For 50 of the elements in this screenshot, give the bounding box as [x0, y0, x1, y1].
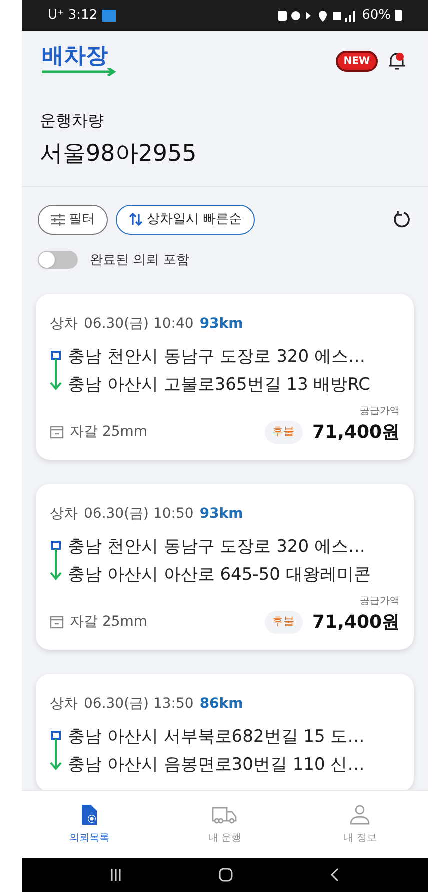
vehicle-plate: 서울98아2955 — [40, 140, 198, 169]
destination-address: 충남 아산시 음봉면로30번길 110 신… — [68, 754, 365, 776]
payment-badge: 후불 — [264, 611, 303, 634]
clock-text: 3:12 — [68, 6, 98, 25]
battery-icon — [395, 10, 402, 21]
home-icon[interactable] — [218, 867, 234, 883]
box-icon — [50, 616, 64, 629]
pickup-label: 상차 — [50, 505, 78, 524]
price-text: 71,400원 — [312, 611, 400, 635]
new-badge: NEW — [336, 50, 378, 72]
price-text: 71,400원 — [312, 421, 400, 445]
box-icon — [50, 426, 64, 439]
origin-address: 충남 아산시 서부북로682번길 15 도… — [68, 726, 365, 749]
toggle-label: 완료된 의뢰 포함 — [90, 252, 190, 270]
distance-text: 86km — [200, 695, 244, 714]
pickup-label: 상차 — [50, 695, 78, 714]
origin-address: 충남 천안시 동남구 도장로 320 에스… — [68, 536, 366, 559]
person-icon — [348, 803, 372, 827]
origin-address: 충남 천안시 동남구 도장로 320 에스… — [68, 346, 366, 369]
sort-arrows-icon — [129, 213, 143, 226]
recent-apps-icon[interactable] — [109, 868, 124, 882]
order-card[interactable]: 상차 06.30(금) 10:40 93km 충남 천안시 동남구 도장로 320 에스… 충남 아산시 고불로365번길 13 배방RC 공급가액 자갈 25mm 후불 71,400원 — [36, 294, 414, 460]
pickup-datetime: 06.30(금) 13:50 — [84, 695, 194, 714]
app-logo: 배차장 — [42, 46, 118, 76]
nav-tab[interactable]: 의뢰목록 — [44, 803, 135, 846]
price-label: 공급가액 — [360, 595, 400, 609]
filter-button[interactable]: 필터 — [38, 204, 108, 234]
notification-bell-icon[interactable] — [386, 50, 408, 72]
price-label: 공급가액 — [360, 405, 400, 419]
cargo-text: 자갈 25mm — [70, 613, 148, 632]
destination-address: 충남 아산시 고불로365번길 13 배방RC — [68, 374, 371, 396]
toggle-switch[interactable] — [38, 251, 78, 270]
battery-text: 60% — [362, 6, 391, 25]
vehicle-label: 운행차량 — [40, 110, 105, 132]
refresh-icon[interactable] — [392, 210, 412, 230]
sliders-icon — [51, 214, 65, 226]
payment-badge: 후불 — [264, 421, 303, 444]
pickup-datetime: 06.30(금) 10:50 — [84, 505, 194, 524]
pickup-label: 상차 — [50, 315, 78, 334]
distance-text: 93km — [200, 505, 244, 524]
order-card[interactable]: 상차 06.30(금) 13:50 86km 충남 아산시 서부북로682번길 15 도… 충남 아산시 음봉면로30번길 110 신… — [36, 674, 414, 790]
pickup-datetime: 06.30(금) 10:40 — [84, 315, 194, 334]
cargo-text: 자갈 25mm — [70, 423, 148, 442]
order-card[interactable]: 상차 06.30(금) 10:50 93km 충남 천안시 동남구 도장로 320 에스… 충남 아산시 아산로 645-50 대왕레미콘 공급가액 자갈 25mm 후불 71,400원 — [36, 484, 414, 650]
back-icon[interactable] — [328, 868, 341, 882]
sort-button[interactable]: 상차일시 빠른순 — [116, 204, 256, 234]
screen-icon — [102, 10, 116, 22]
carrier-text: U⁺ — [48, 6, 64, 25]
destination-address: 충남 아산시 아산로 645-50 대왕레미콘 — [68, 564, 371, 586]
distance-text: 93km — [200, 315, 244, 334]
